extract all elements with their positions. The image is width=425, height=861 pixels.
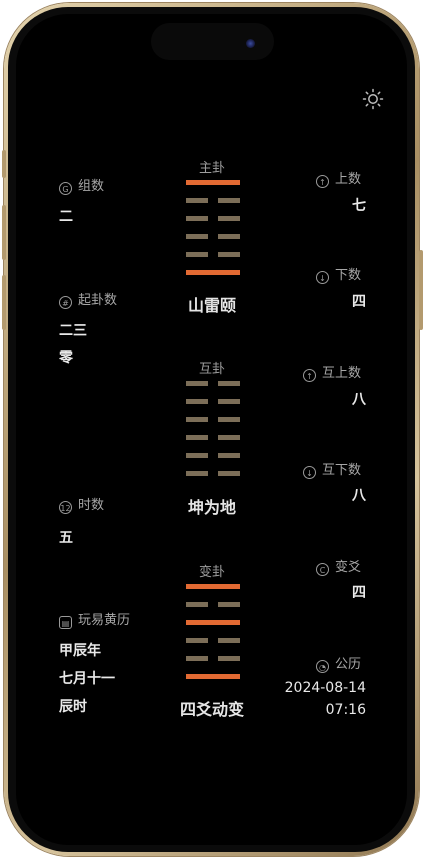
bian-hexagram-title: 变卦 (198, 565, 225, 580)
bian-hexagram[interactable] (186, 584, 240, 680)
hu-hexagram[interactable] (186, 381, 240, 477)
hu-upper-label: 互上数 (322, 366, 362, 381)
gregorian-label: 公历 (335, 657, 362, 672)
yin-line (186, 216, 240, 221)
gregorian-label-row: ◔ 公历 (316, 653, 361, 673)
upper-label: 上数 (335, 172, 362, 187)
dynamic-island (151, 23, 274, 60)
qigua-value-2: 零 (59, 350, 73, 366)
yin-line (186, 453, 240, 458)
power-button (419, 250, 423, 330)
arrow-down-circle-icon: ↓ (303, 466, 316, 479)
yin-line (186, 252, 240, 257)
yang-line (186, 674, 240, 679)
qigua-value-1: 二三 (59, 323, 87, 339)
change-label: 变爻 (335, 560, 362, 575)
hu-lower-label: 互下数 (322, 463, 362, 478)
change-label-row: C 变爻 (316, 556, 361, 576)
yin-line (186, 602, 240, 607)
upper-label-row: ↑ 上数 (316, 168, 361, 188)
calendar-icon: ▤ (59, 616, 72, 629)
main-hexagram[interactable] (186, 180, 240, 276)
yin-line (186, 234, 240, 239)
qigua-label: 起卦数 (78, 293, 118, 308)
action-button (2, 150, 6, 178)
sun-icon[interactable] (362, 88, 384, 110)
yang-line (186, 180, 240, 185)
yin-line (186, 471, 240, 476)
front-camera (246, 39, 255, 48)
volume-up-button (2, 205, 6, 260)
volume-down-button (2, 275, 6, 330)
hu-upper-label-row: ↑ 互上数 (303, 362, 361, 382)
lower-label: 下数 (335, 268, 362, 283)
arrow-up-circle-icon: ↑ (303, 369, 316, 382)
shi-label-row: 12 时数 (59, 494, 104, 514)
yang-line (186, 620, 240, 625)
almanac-label: 玩易黄历 (78, 613, 131, 628)
hu-lower-label-row: ↓ 互下数 (303, 459, 361, 479)
upper-value: 七 (352, 198, 366, 214)
shi-value: 五 (59, 530, 73, 546)
yin-line (186, 381, 240, 386)
lower-value: 四 (352, 294, 366, 310)
g-circle-icon: G (59, 182, 72, 195)
hu-hexagram-name: 坤为地 (187, 498, 236, 517)
main-hexagram-name: 山雷颐 (187, 296, 236, 315)
almanac-label-row: ▤ 玩易黄历 (59, 609, 130, 629)
group-value: 二 (59, 209, 73, 225)
hu-lower-value: 八 (352, 488, 366, 504)
bian-hexagram-name: 四爻动变 (179, 700, 244, 719)
arrow-down-circle-icon: ↓ (316, 271, 329, 284)
yin-line (186, 198, 240, 203)
hu-upper-value: 八 (352, 392, 366, 408)
hash-circle-icon: # (59, 296, 72, 309)
almanac-hour: 辰时 (59, 699, 87, 715)
gregorian-time: 07:16 (325, 702, 366, 718)
yang-line (186, 270, 240, 275)
clock-icon: ◔ (316, 660, 329, 673)
yin-line (186, 399, 240, 404)
arrow-up-circle-icon: ↑ (316, 175, 329, 188)
almanac-year: 甲辰年 (59, 643, 101, 659)
yin-line (186, 638, 240, 643)
gregorian-date: 2024-08-14 (284, 680, 366, 696)
change-value: 四 (352, 585, 366, 601)
yin-line (186, 435, 240, 440)
shi-label: 时数 (78, 498, 105, 513)
main-hexagram-title: 主卦 (198, 161, 225, 176)
qigua-label-row: # 起卦数 (59, 289, 117, 309)
almanac-date: 七月十一 (59, 671, 115, 687)
group-label-row: G 组数 (59, 175, 104, 195)
yin-line (186, 656, 240, 661)
yang-line (186, 584, 240, 589)
hu-hexagram-title: 互卦 (198, 362, 225, 377)
twelve-circle-icon: 12 (59, 501, 72, 514)
lower-label-row: ↓ 下数 (316, 264, 361, 284)
c-circle-icon: C (316, 563, 329, 576)
group-label: 组数 (78, 179, 105, 194)
yin-line (186, 417, 240, 422)
